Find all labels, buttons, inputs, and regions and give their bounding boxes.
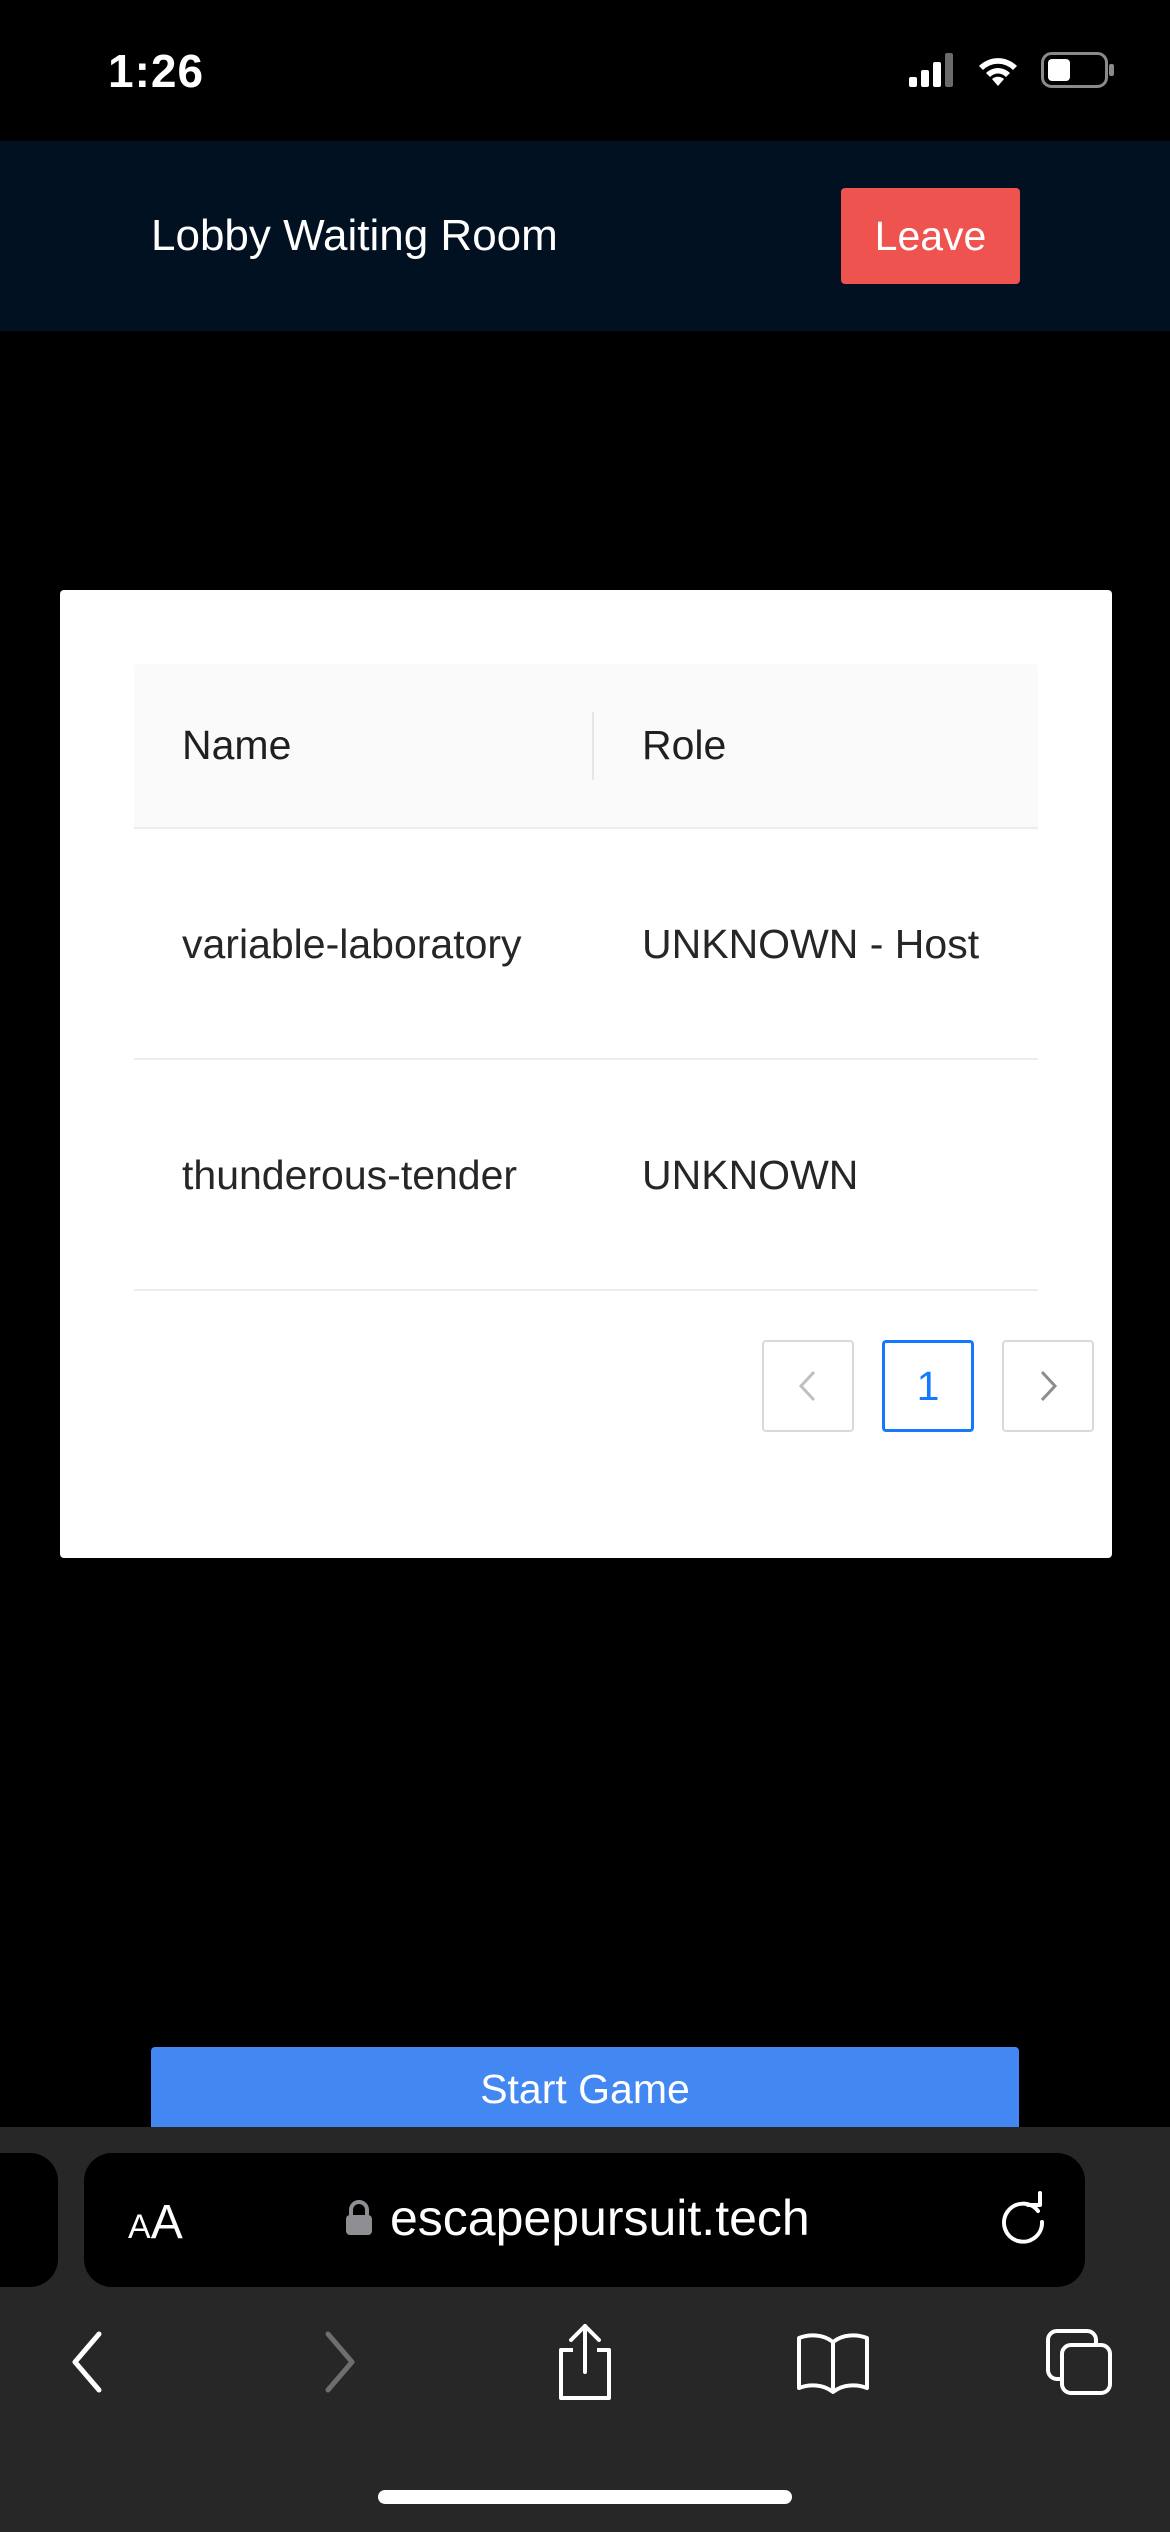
share-icon[interactable] xyxy=(540,2317,630,2407)
table-row: variable-laboratory UNKNOWN - Host xyxy=(134,829,1038,1060)
player-name: variable-laboratory xyxy=(182,920,522,967)
lock-icon xyxy=(346,2200,372,2235)
previous-tab-peek[interactable] xyxy=(0,2153,58,2287)
browser-bar: AA escapepursuit.tech xyxy=(0,2127,1170,2532)
player-role: UNKNOWN - Host xyxy=(642,920,980,967)
back-icon[interactable] xyxy=(42,2317,132,2407)
column-header-role: Role xyxy=(642,722,727,768)
app-header: Lobby Waiting Room Leave xyxy=(0,141,1170,331)
bookmarks-icon[interactable] xyxy=(788,2317,878,2407)
player-role: UNKNOWN xyxy=(642,1151,859,1198)
players-table: Name Role variable-laboratory UNKNOWN - … xyxy=(134,664,1038,1291)
next-page-button[interactable] xyxy=(1002,1340,1094,1432)
battery-icon xyxy=(1041,52,1115,93)
text-size-button[interactable]: AA xyxy=(128,2195,183,2250)
reload-icon[interactable] xyxy=(994,2191,1052,2254)
table-row: thunderous-tender UNKNOWN xyxy=(134,1060,1038,1291)
prev-page-button[interactable] xyxy=(762,1340,854,1432)
chevron-right-icon xyxy=(1040,1370,1058,1402)
status-icons xyxy=(889,52,1115,93)
status-time: 1:26 xyxy=(108,45,205,97)
home-indicator xyxy=(378,2490,792,2504)
url-field[interactable]: escapepursuit.tech xyxy=(344,2189,810,2247)
players-card: Name Role variable-laboratory UNKNOWN - … xyxy=(60,590,1112,1558)
status-bar: 1:26 xyxy=(0,0,1170,141)
url-text: escapepursuit.tech xyxy=(390,2190,810,2246)
wifi-icon xyxy=(975,52,1021,93)
address-bar[interactable]: AA escapepursuit.tech xyxy=(84,2153,1085,2287)
page-number-button[interactable]: 1 xyxy=(882,1340,974,1432)
table-header: Name Role xyxy=(134,664,1038,829)
page: 1:26 Lobby Waiting Room Leave Name Role … xyxy=(0,0,1170,2532)
column-divider xyxy=(592,712,594,780)
chevron-left-icon xyxy=(798,1370,816,1402)
forward-icon[interactable] xyxy=(295,2317,385,2407)
browser-toolbar xyxy=(0,2317,1170,2427)
page-title: Lobby Waiting Room xyxy=(151,211,558,260)
player-name: thunderous-tender xyxy=(182,1151,518,1198)
start-game-button[interactable]: Start Game xyxy=(151,2047,1019,2127)
column-header-name: Name xyxy=(182,722,292,768)
text-size-label: AA xyxy=(128,2196,183,2249)
signal-icon xyxy=(909,53,955,92)
tabs-icon[interactable] xyxy=(1034,2317,1124,2407)
leave-button[interactable]: Leave xyxy=(841,188,1020,284)
